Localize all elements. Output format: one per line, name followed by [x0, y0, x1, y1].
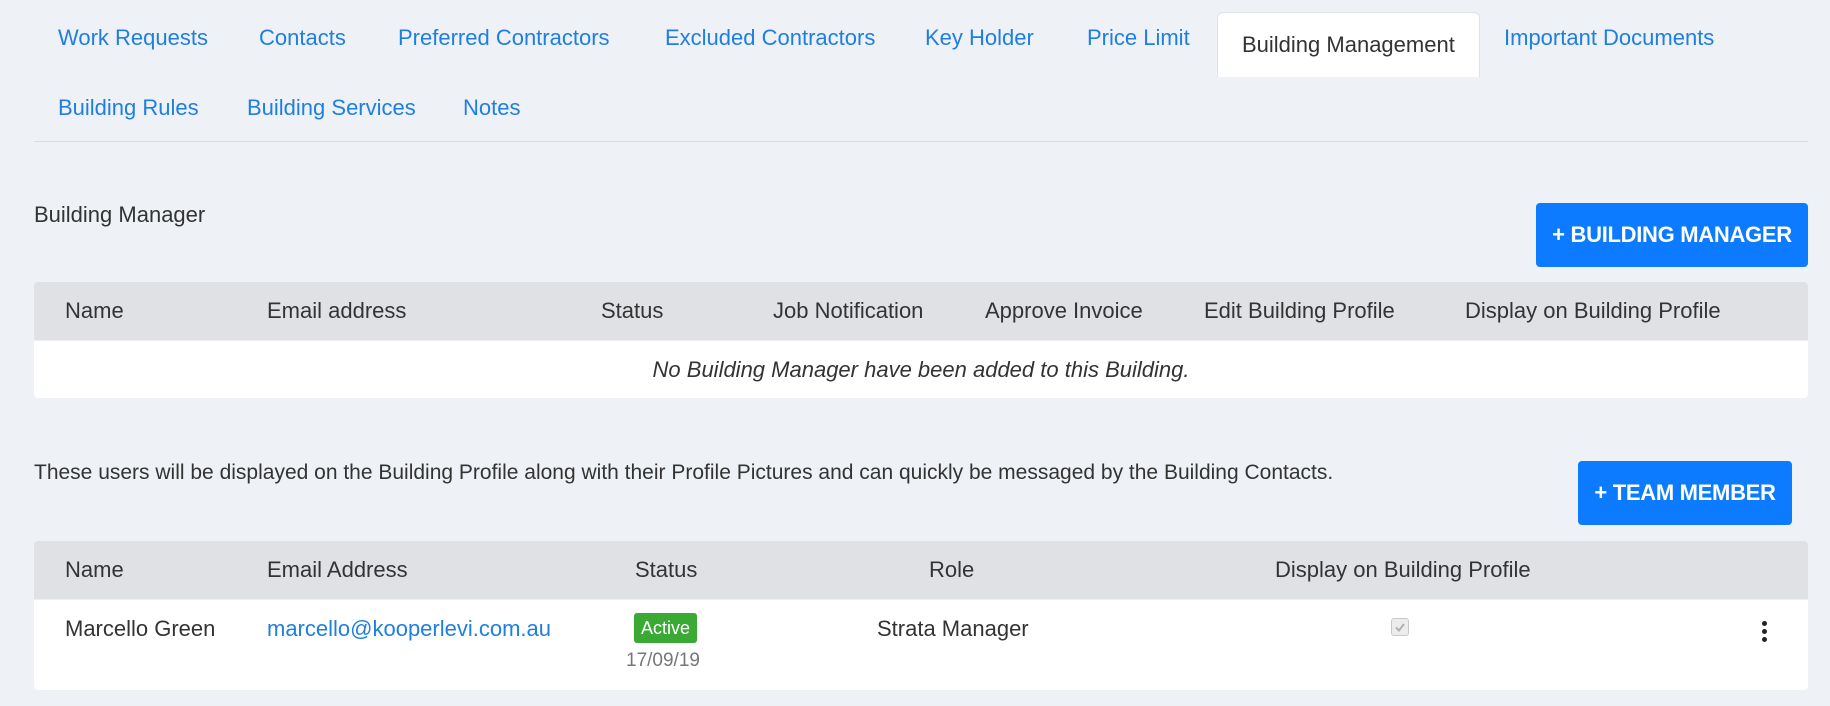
team-table-header: Name Email Address Status Role Display o…: [34, 541, 1808, 599]
status-date: 17/09/19: [626, 650, 700, 671]
column-header-status: Status: [601, 298, 664, 323]
status-badge: Active: [634, 613, 698, 643]
tab-preferred-contractors[interactable]: Preferred Contractors: [398, 6, 610, 70]
member-email-link[interactable]: marcello@kooperlevi.com.au: [267, 616, 551, 642]
column-header-email: Email address: [267, 298, 407, 323]
column-header-edit-building-profile: Edit Building Profile: [1204, 298, 1395, 323]
display-on-profile-checkbox[interactable]: [1391, 618, 1409, 636]
column-header-display-on-profile: Display on Building Profile: [1275, 557, 1531, 582]
column-header-email: Email Address: [267, 557, 408, 582]
row-actions-menu-icon[interactable]: [1757, 621, 1771, 647]
tab-building-rules[interactable]: Building Rules: [58, 76, 199, 140]
building-manager-heading: Building Manager: [34, 202, 206, 227]
column-header-role: Role: [929, 557, 975, 582]
column-header-approve-invoice: Approve Invoice: [985, 298, 1143, 323]
tab-important-documents[interactable]: Important Documents: [1504, 6, 1714, 70]
team-info-text: These users will be displayed on the Bui…: [34, 461, 1334, 484]
tab-contacts[interactable]: Contacts: [259, 6, 346, 70]
tab-building-services[interactable]: Building Services: [247, 76, 416, 140]
column-header-display-on-profile: Display on Building Profile: [1465, 298, 1721, 323]
building-manager-table-header: Name Email address Status Job Notificati…: [34, 282, 1808, 340]
building-manager-table: Name Email address Status Job Notificati…: [34, 282, 1808, 398]
member-name: Marcello Green: [65, 616, 216, 641]
tab-excluded-contractors[interactable]: Excluded Contractors: [665, 6, 875, 70]
column-header-name: Name: [65, 298, 124, 323]
check-icon: [1395, 623, 1405, 633]
tab-building-management[interactable]: Building Management: [1217, 12, 1480, 77]
column-header-job-notification: Job Notification: [773, 298, 924, 323]
add-building-manager-button[interactable]: + BUILDING MANAGER: [1536, 203, 1808, 267]
add-team-member-button[interactable]: + TEAM MEMBER: [1578, 461, 1792, 525]
table-row: Marcello Green marcello@kooperlevi.com.a…: [34, 599, 1808, 690]
tab-work-requests[interactable]: Work Requests: [58, 6, 208, 70]
tab-price-limit[interactable]: Price Limit: [1087, 6, 1190, 70]
tab-bar: Work Requests Contacts Preferred Contrac…: [34, 0, 1808, 142]
member-role: Strata Manager: [877, 616, 1029, 641]
tab-key-holder[interactable]: Key Holder: [925, 6, 1034, 70]
column-header-status: Status: [635, 557, 698, 582]
empty-state-message: No Building Manager have been added to t…: [34, 340, 1808, 398]
tab-notes[interactable]: Notes: [463, 76, 520, 140]
column-header-name: Name: [65, 557, 124, 582]
team-table: Name Email Address Status Role Display o…: [34, 541, 1808, 690]
building-management-page: Work Requests Contacts Preferred Contrac…: [0, 0, 1830, 706]
